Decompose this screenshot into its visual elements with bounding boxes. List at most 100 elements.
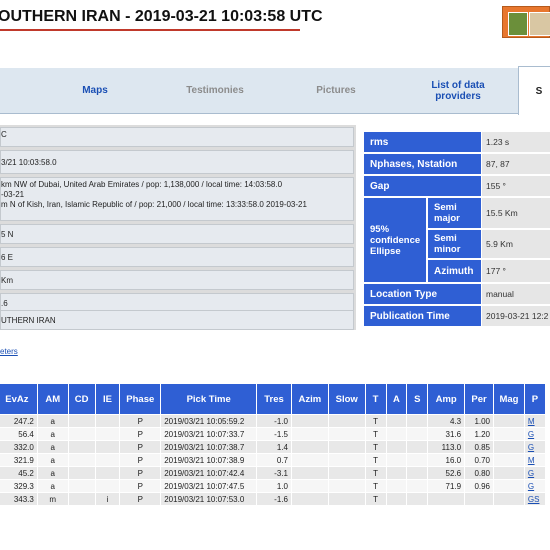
info-row-longitude: 6 E — [0, 247, 354, 267]
cell-amp — [427, 492, 466, 506]
cell-pick-time: 2019/03/21 10:07:33.7 — [160, 427, 258, 441]
table-row: 332.0 a P 2019/03/21 10:07:38.7 1.4 T 113.0 0.8… — [0, 440, 547, 454]
cell-tres: 1.0 — [256, 479, 292, 493]
cell-mag — [493, 466, 525, 480]
semi-major-value: 15.5 Km — [482, 198, 550, 228]
cell-phase: P — [119, 440, 162, 454]
info-row-origin-time: 3/21 10:03:58.0 — [0, 150, 354, 174]
cell-am: a — [36, 440, 69, 454]
tab-bar: Maps Testimonies Pictures List of data p… — [0, 66, 550, 115]
gap-value: 155 ° — [482, 176, 550, 196]
col-cd[interactable]: CD — [67, 383, 96, 415]
col-p[interactable]: P — [523, 383, 547, 415]
cell-ie — [94, 414, 121, 428]
tab-maps[interactable]: Maps — [60, 68, 130, 113]
cell-per: 1.20 — [464, 427, 495, 441]
cell-a — [385, 492, 408, 506]
cell-slow — [327, 440, 366, 454]
tab-pictures[interactable]: Pictures — [300, 68, 372, 113]
cell-tres: -1.6 — [256, 492, 292, 506]
cell-tres: 0.7 — [256, 453, 292, 467]
col-pick-time[interactable]: Pick Time — [160, 383, 258, 415]
cell-amp: 71.9 — [427, 479, 466, 493]
cell-pick-time: 2019/03/21 10:07:38.9 — [160, 453, 258, 467]
cell-mag — [493, 427, 525, 441]
cell-phase: P — [119, 492, 162, 506]
gap-label: Gap — [364, 176, 481, 196]
col-mag[interactable]: Mag — [493, 383, 525, 415]
cell-slow — [327, 466, 366, 480]
cell-slow — [327, 414, 366, 428]
info-row-source: C — [0, 127, 354, 147]
cell-amp: 113.0 — [427, 440, 466, 454]
cell-evaz: 321.9 — [0, 453, 38, 467]
cell-p[interactable]: M — [523, 414, 547, 428]
tab-scientific[interactable]: S — [518, 66, 550, 115]
nphases-value: 87, 87 — [482, 154, 550, 174]
col-s[interactable]: S — [406, 383, 429, 415]
cell-am: a — [36, 479, 69, 493]
cell-tres: -1.0 — [256, 414, 292, 428]
cell-a — [385, 466, 408, 480]
cell-p[interactable]: G — [523, 466, 547, 480]
cell-pick-time: 2019/03/21 10:07:42.4 — [160, 466, 258, 480]
cell-evaz: 45.2 — [0, 466, 38, 480]
col-evaz[interactable]: EvAz — [0, 383, 38, 415]
col-t[interactable]: T — [364, 383, 387, 415]
tab-testimonies[interactable]: Testimonies — [170, 68, 260, 113]
cell-evaz: 343.3 — [0, 492, 38, 506]
cell-evaz: 247.2 — [0, 414, 38, 428]
cell-p[interactable]: G — [523, 479, 547, 493]
semi-major-label: Semi major — [428, 198, 481, 228]
cell-per: 1.00 — [464, 414, 495, 428]
col-tres[interactable]: Tres — [256, 383, 292, 415]
cell-p[interactable]: GS — [523, 492, 547, 506]
cell-mag — [493, 414, 525, 428]
col-ie[interactable]: IE — [94, 383, 121, 415]
tab-data-providers[interactable]: List of data providers — [418, 68, 498, 113]
cell-azim — [290, 440, 329, 454]
col-phase[interactable]: Phase — [119, 383, 162, 415]
cell-azim — [290, 466, 329, 480]
cell-t: T — [364, 440, 387, 454]
col-slow[interactable]: Slow — [327, 383, 366, 415]
cell-p[interactable]: M — [523, 453, 547, 467]
publication-time-label: Publication Time — [364, 306, 481, 326]
col-am[interactable]: AM — [36, 383, 69, 415]
cell-azim — [290, 492, 329, 506]
cell-p[interactable]: G — [523, 427, 547, 441]
cell-mag — [493, 453, 525, 467]
table-row: 56.4 a P 2019/03/21 10:07:33.7 -1.5 T 31.6 1.20… — [0, 427, 547, 441]
cell-per — [464, 492, 495, 506]
col-amp[interactable]: Amp — [427, 383, 466, 415]
cell-phase: P — [119, 466, 162, 480]
cell-slow — [327, 453, 366, 467]
azimuth-label: Azimuth — [428, 260, 481, 282]
cell-phase: P — [119, 427, 162, 441]
cell-ie: i — [94, 492, 121, 506]
cell-pick-time: 2019/03/21 10:07:53.0 — [160, 492, 258, 506]
emsc-logo[interactable] — [502, 6, 550, 38]
cell-pick-time: 2019/03/21 10:07:47.5 — [160, 479, 258, 493]
col-per[interactable]: Per — [464, 383, 495, 415]
cell-pick-time: 2019/03/21 10:05:59.2 — [160, 414, 258, 428]
parameters-link[interactable]: eters — [0, 347, 18, 356]
col-a[interactable]: A — [385, 383, 408, 415]
page-title: OUTHERN IRAN - 2019-03-21 10:03:58 UTC — [0, 8, 323, 25]
cell-mag — [493, 492, 525, 506]
location-type-label: Location Type — [364, 284, 481, 304]
cell-slow — [327, 479, 366, 493]
col-azim[interactable]: Azim — [290, 383, 329, 415]
cell-slow — [327, 427, 366, 441]
cell-phase: P — [119, 414, 162, 428]
cell-p[interactable]: G — [523, 440, 547, 454]
cell-t: T — [364, 453, 387, 467]
cell-ie — [94, 479, 121, 493]
cell-mag — [493, 479, 525, 493]
cell-tres: 1.4 — [256, 440, 292, 454]
cell-per: 0.70 — [464, 453, 495, 467]
cell-cd — [67, 440, 96, 454]
cell-t: T — [364, 414, 387, 428]
picks-table: EvAz AM CD IE Phase Pick Time Tres Azim … — [0, 383, 547, 506]
cell-am: a — [36, 466, 69, 480]
